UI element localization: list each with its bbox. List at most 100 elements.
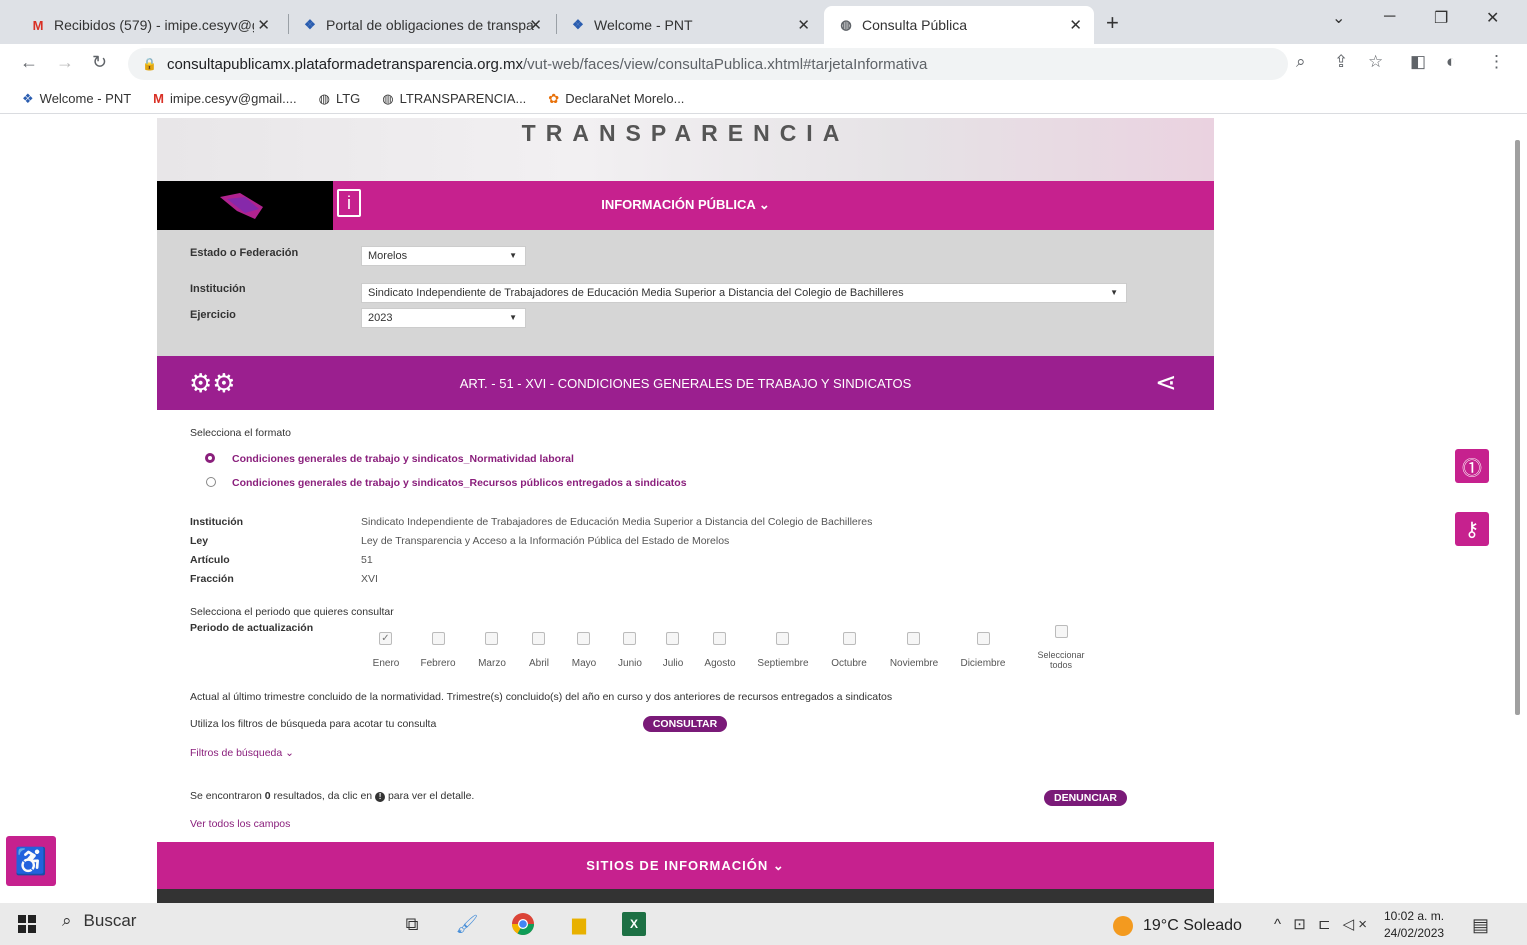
notification-icon[interactable]: ▤ bbox=[1472, 915, 1489, 936]
menu-kebab-icon[interactable]: ⋮ bbox=[1488, 52, 1505, 72]
ejercicio-select[interactable]: 2023 ▼ bbox=[361, 308, 526, 328]
bookmark-ltransparencia[interactable]: ◍ LTRANSPARENCIA... bbox=[382, 91, 526, 107]
chevron-down-icon: ▼ bbox=[1110, 288, 1118, 297]
consultar-button[interactable]: CONSULTAR bbox=[643, 716, 727, 732]
share-page-icon[interactable]: ⇪ bbox=[1334, 52, 1348, 72]
paint-icon[interactable]: 🖌 bbox=[455, 912, 479, 936]
estado-select[interactable]: Morelos ▼ bbox=[361, 246, 526, 266]
tab-title: Consulta Pública bbox=[862, 17, 968, 33]
close-icon[interactable]: ✕ bbox=[257, 16, 270, 34]
nav-informacion-publica[interactable]: INFORMACIÓN PÚBLICA ⌄ bbox=[157, 197, 1214, 213]
detail-value: Sindicato Independiente de Trabajadores … bbox=[361, 516, 873, 528]
system-tray[interactable]: ^ ⊡ ⊏ ◁× bbox=[1274, 915, 1371, 933]
side-panel-icon[interactable]: ◧ bbox=[1410, 52, 1426, 72]
tab-portal[interactable]: ❖ Portal de obligaciones de transpa ✕ bbox=[288, 6, 554, 44]
globe-icon: ◍ bbox=[840, 17, 852, 32]
period-prompt: Selecciona el periodo que quieres consul… bbox=[190, 606, 394, 618]
taskbar-search[interactable]: ⌕ Buscar bbox=[62, 911, 136, 931]
month-checkbox-octubre[interactable] bbox=[843, 632, 856, 645]
chrome-icon[interactable] bbox=[511, 912, 535, 936]
restore-button[interactable]: ❐ bbox=[1434, 8, 1448, 28]
window-close-button[interactable]: ✕ bbox=[1486, 8, 1499, 28]
minimize-button[interactable]: ─ bbox=[1384, 8, 1395, 26]
select-all-checkbox[interactable] bbox=[1055, 625, 1068, 638]
estado-value: Morelos bbox=[368, 250, 408, 262]
task-view-icon[interactable]: ⧉ bbox=[400, 912, 424, 936]
results-prefix: Se encontraron bbox=[190, 790, 265, 802]
address-bar[interactable]: 🔒 consultapublicamx.plataformadetranspar… bbox=[128, 48, 1288, 80]
info-icon: ! bbox=[375, 792, 386, 802]
month-checkbox-marzo[interactable] bbox=[485, 632, 498, 645]
format-radio-recursos[interactable] bbox=[206, 477, 216, 487]
tab-title: Portal de obligaciones de transpa bbox=[326, 17, 534, 33]
share-icon[interactable]: ⋖ bbox=[1155, 367, 1177, 398]
reload-icon[interactable]: ↻ bbox=[92, 52, 107, 73]
bookmark-label: imipe.cesyv@gmail.... bbox=[170, 91, 297, 106]
month-checkbox-noviembre[interactable] bbox=[907, 632, 920, 645]
ejercicio-value: 2023 bbox=[368, 312, 393, 324]
tools-icon[interactable]: ⚷ bbox=[1455, 512, 1489, 546]
detail-label: Ley bbox=[190, 535, 209, 547]
lock-icon: 🔒 bbox=[142, 57, 157, 71]
alert-icon[interactable]: ⓵ bbox=[1455, 449, 1489, 483]
pnt-icon: ❖ bbox=[22, 90, 34, 106]
bookmark-gmail[interactable]: Mimipe.cesyv@gmail.... bbox=[153, 91, 296, 106]
sitios-de-informacion-bar[interactable]: SITIOS DE INFORMACIÓN ⌄ bbox=[157, 842, 1214, 889]
month-label: Septiembre bbox=[757, 658, 809, 669]
weather-widget[interactable]: 19°C Soleado bbox=[1113, 916, 1242, 936]
month-checkbox-agosto[interactable] bbox=[713, 632, 726, 645]
close-icon[interactable]: ✕ bbox=[529, 16, 542, 34]
denunciar-button[interactable]: DENUNCIAR bbox=[1044, 790, 1127, 806]
taskbar-clock[interactable]: 10:02 a. m. 24/02/2023 bbox=[1384, 908, 1444, 942]
month-checkbox-julio[interactable] bbox=[666, 632, 679, 645]
institucion-value: Sindicato Independiente de Trabajadores … bbox=[368, 287, 904, 299]
close-icon[interactable]: ✕ bbox=[1069, 16, 1082, 34]
search-icon: ⌕ bbox=[62, 911, 72, 930]
clock-time: 10:02 a. m. bbox=[1384, 909, 1445, 923]
month-checkbox-febrero[interactable] bbox=[432, 632, 445, 645]
month-checkbox-diciembre[interactable] bbox=[977, 632, 990, 645]
accessibility-icon[interactable]: ♿ bbox=[6, 836, 56, 886]
bookmark-label: LTRANSPARENCIA... bbox=[399, 91, 527, 106]
url-host: consultapublicamx.plataformadetransparen… bbox=[166, 55, 523, 73]
format-option-normatividad[interactable]: Condiciones generales de trabajo y sindi… bbox=[232, 453, 574, 465]
profile-avatar[interactable]: ◐ bbox=[1446, 52, 1456, 72]
select-format-label: Selecciona el formato bbox=[190, 427, 291, 439]
select-all-label: Seleccionar todos bbox=[1026, 650, 1096, 670]
excel-icon[interactable]: X bbox=[622, 912, 646, 936]
pnt-icon: ❖ bbox=[304, 17, 316, 32]
update-note: Actual al último trimestre concluido de … bbox=[190, 691, 893, 703]
month-checkbox-abril[interactable] bbox=[532, 632, 545, 645]
declaranet-icon: ✿ bbox=[548, 90, 560, 106]
detail-value: 51 bbox=[361, 554, 373, 566]
month-checkbox-mayo[interactable] bbox=[577, 632, 590, 645]
month-checkbox-enero[interactable]: ✓ bbox=[379, 632, 392, 645]
format-radio-normatividad[interactable] bbox=[205, 453, 215, 463]
select-all-line: todos bbox=[1049, 660, 1073, 670]
search-filters-link[interactable]: Filtros de búsqueda ⌄ bbox=[190, 747, 294, 759]
new-tab-button[interactable]: + bbox=[1106, 10, 1119, 36]
bookmark-star-icon[interactable]: ☆ bbox=[1368, 52, 1383, 72]
forward-icon[interactable]: → bbox=[56, 52, 74, 73]
tab-consulta-publica[interactable]: ◍ Consulta Pública ✕ bbox=[824, 6, 1094, 44]
tab-search-icon[interactable]: ⌄ bbox=[1332, 8, 1345, 28]
month-checkbox-junio[interactable] bbox=[623, 632, 636, 645]
month-checkbox-septiembre[interactable] bbox=[776, 632, 789, 645]
format-option-recursos[interactable]: Condiciones generales de trabajo y sindi… bbox=[232, 477, 687, 489]
zoom-icon[interactable]: ⌕ bbox=[1296, 52, 1306, 72]
bookmark-ltg[interactable]: ◍ LTG bbox=[319, 91, 361, 107]
tab-gmail[interactable]: M Recibidos (579) - imipe.cesyv@gr ✕ bbox=[16, 6, 282, 44]
institucion-label: Institución bbox=[190, 283, 246, 295]
bookmark-declaranet[interactable]: ✿ DeclaraNet Morelo... bbox=[548, 91, 684, 107]
detail-label: Fracción bbox=[190, 573, 234, 585]
chevron-down-icon: ▼ bbox=[509, 313, 517, 322]
back-icon[interactable]: ← bbox=[20, 52, 38, 73]
tab-welcome-pnt[interactable]: ❖ Welcome - PNT ✕ bbox=[556, 6, 822, 44]
windows-start-icon[interactable] bbox=[18, 915, 36, 933]
bookmark-welcome-pnt[interactable]: ❖ Welcome - PNT bbox=[22, 91, 131, 107]
file-explorer-icon[interactable]: ▆ bbox=[567, 912, 591, 936]
all-fields-link[interactable]: Ver todos los campos bbox=[190, 818, 290, 830]
institucion-select[interactable]: Sindicato Independiente de Trabajadores … bbox=[361, 283, 1127, 303]
close-icon[interactable]: ✕ bbox=[797, 16, 810, 34]
scrollbar[interactable] bbox=[1515, 140, 1520, 715]
